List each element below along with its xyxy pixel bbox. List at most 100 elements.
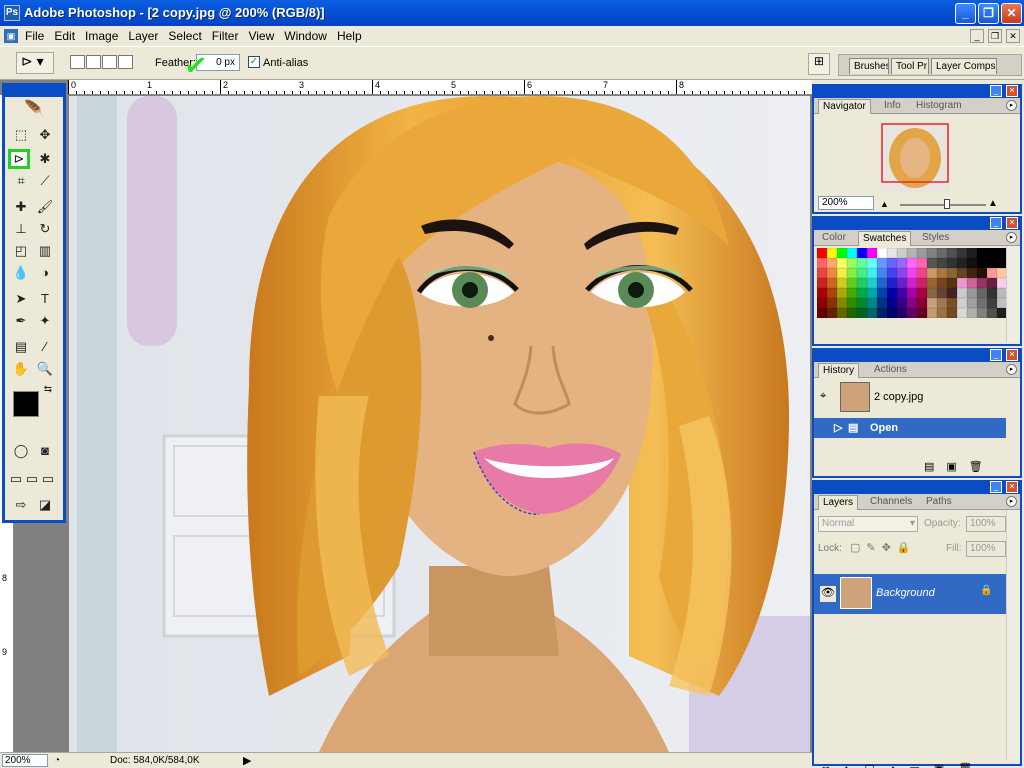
eraser-tool-icon[interactable]: ◰ <box>10 241 32 261</box>
color-swatch[interactable] <box>877 308 887 318</box>
color-swatch[interactable] <box>847 308 857 318</box>
color-swatch[interactable] <box>947 268 957 278</box>
foreground-color-swatch[interactable] <box>13 391 39 417</box>
color-swatch[interactable] <box>887 278 897 288</box>
color-swatch[interactable] <box>937 268 947 278</box>
color-swatch[interactable] <box>977 288 987 298</box>
color-swatch[interactable] <box>977 298 987 308</box>
color-swatch[interactable] <box>837 258 847 268</box>
feather-logo-icon[interactable]: 🪶 <box>8 99 60 121</box>
eye-visibility-icon[interactable]: 👁 <box>820 586 836 602</box>
eyedropper-tool-icon[interactable]: ⁄ <box>34 337 56 357</box>
color-swatch[interactable] <box>817 308 827 318</box>
tab-histogram[interactable]: Histogram <box>912 99 966 114</box>
slice-tool-icon[interactable]: ⟋ <box>34 171 56 191</box>
color-swatch[interactable] <box>827 268 837 278</box>
tab-swatches[interactable]: Swatches <box>858 231 912 246</box>
panel-close-icon[interactable]: ✕ <box>1006 85 1018 97</box>
jump-to-imageready-icon[interactable]: ⇨ <box>10 495 32 515</box>
color-swatch[interactable] <box>837 278 847 288</box>
restore-button[interactable]: ❐ <box>978 3 999 24</box>
screen-mode-standard-icon[interactable]: ▭ <box>8 469 24 489</box>
color-swatch[interactable] <box>987 268 997 278</box>
color-swatch[interactable] <box>937 288 947 298</box>
close-button[interactable]: ✕ <box>1001 3 1022 24</box>
color-swatch[interactable] <box>877 278 887 288</box>
menu-file[interactable]: File <box>20 29 49 43</box>
color-swatch[interactable] <box>917 298 927 308</box>
color-swatch[interactable] <box>857 298 867 308</box>
color-swatch[interactable] <box>957 298 967 308</box>
color-swatch[interactable] <box>957 268 967 278</box>
color-swatch[interactable] <box>867 308 877 318</box>
color-swatch[interactable] <box>847 278 857 288</box>
color-swatch[interactable] <box>947 308 957 318</box>
menu-window[interactable]: Window <box>279 29 332 43</box>
color-swatch[interactable] <box>847 298 857 308</box>
history-footer-icons[interactable]: ▤▣🗑 <box>924 460 995 473</box>
tab-channels[interactable]: Channels <box>866 495 916 510</box>
color-swatch[interactable] <box>837 288 847 298</box>
tab-history[interactable]: History <box>818 363 860 378</box>
history-brush-source-icon[interactable]: ⌖ <box>820 390 826 403</box>
well-tab-tool-presets[interactable]: Tool Pr <box>891 58 929 74</box>
color-swatch[interactable] <box>857 268 867 278</box>
fill-field[interactable]: 100% <box>966 541 1006 557</box>
color-swatch[interactable] <box>907 308 917 318</box>
color-swatch[interactable] <box>957 248 967 258</box>
imageready-icon[interactable]: ◪ <box>34 495 56 515</box>
color-swatch[interactable] <box>827 278 837 288</box>
tab-color[interactable]: Color <box>818 231 850 246</box>
screen-mode-full-icon[interactable]: ▭ <box>40 469 56 489</box>
color-swatch[interactable] <box>967 308 977 318</box>
lasso-tool-icon[interactable]: ⊳ <box>8 149 30 169</box>
color-swatch[interactable] <box>897 298 907 308</box>
status-zoom-field[interactable]: 200% <box>2 754 48 767</box>
color-swatch[interactable] <box>967 288 977 298</box>
color-swatch[interactable] <box>967 248 977 258</box>
color-swatch[interactable] <box>987 248 997 258</box>
color-swatch[interactable] <box>817 278 827 288</box>
custom-shape-icon[interactable]: ✦ <box>34 311 56 331</box>
color-swatch[interactable] <box>887 248 897 258</box>
add-selection-icon[interactable] <box>86 55 101 69</box>
color-swatch[interactable] <box>947 258 957 268</box>
type-tool-icon[interactable]: T <box>34 289 56 309</box>
color-swatch[interactable] <box>907 278 917 288</box>
quickmask-mode-icon[interactable]: ◙ <box>34 441 56 461</box>
swatches-scrollbar[interactable] <box>1006 246 1020 342</box>
color-swatch[interactable] <box>927 258 937 268</box>
color-swatch[interactable] <box>897 288 907 298</box>
color-swatch[interactable] <box>907 248 917 258</box>
color-swatch[interactable] <box>837 268 847 278</box>
color-swatch[interactable] <box>887 268 897 278</box>
history-state-row[interactable]: ▷ ▤ Open <box>814 418 1006 438</box>
color-swatch[interactable] <box>827 258 837 268</box>
color-swatch[interactable] <box>927 308 937 318</box>
navigator-zoom-field[interactable]: 200% <box>818 196 874 210</box>
tab-layers[interactable]: Layers <box>818 495 859 510</box>
layers-footer-icons[interactable]: ∞◐▢◑▭▣🗑 <box>822 762 986 768</box>
color-swatch[interactable] <box>917 248 927 258</box>
blur-tool-icon[interactable]: 💧 <box>10 263 32 283</box>
navigator-thumbnail[interactable] <box>880 122 950 192</box>
color-swatch[interactable] <box>947 298 957 308</box>
color-swatch[interactable] <box>827 308 837 318</box>
panel-minimize-icon[interactable]: _ <box>990 85 1002 97</box>
panel-minimize-icon[interactable]: _ <box>990 349 1002 361</box>
color-swatch[interactable] <box>817 248 827 258</box>
color-swatch[interactable] <box>827 288 837 298</box>
color-swatch[interactable] <box>937 258 947 268</box>
menu-layer[interactable]: Layer <box>123 29 163 43</box>
color-swatch[interactable] <box>817 258 827 268</box>
well-tab-brushes[interactable]: Brushes <box>849 58 889 74</box>
color-swatch[interactable] <box>857 288 867 298</box>
color-swatch[interactable] <box>917 308 927 318</box>
minimize-button[interactable]: _ <box>955 3 976 24</box>
tab-info[interactable]: Info <box>880 99 905 114</box>
color-swatch[interactable] <box>927 288 937 298</box>
color-swatch[interactable] <box>867 288 877 298</box>
color-swatch[interactable] <box>867 298 877 308</box>
dodge-tool-icon[interactable]: ◑ <box>34 263 56 283</box>
color-swatch[interactable] <box>987 258 997 268</box>
